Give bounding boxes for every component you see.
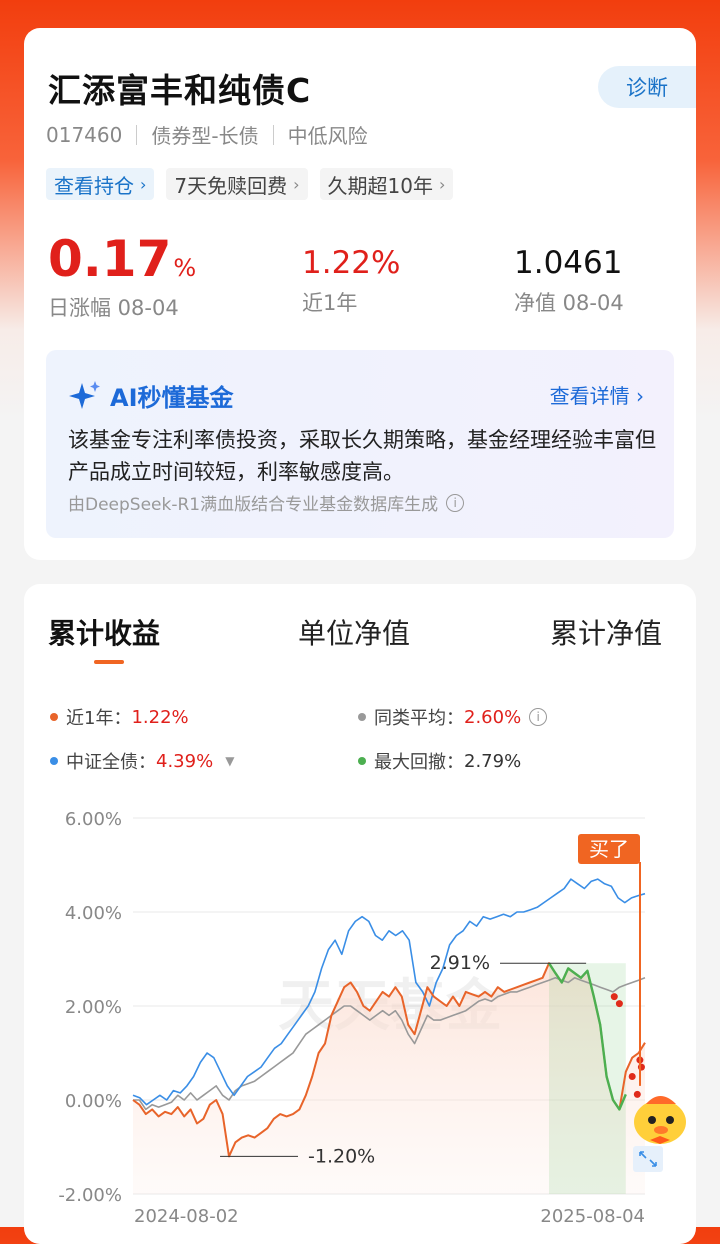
fund-risk: 中低风险 <box>287 124 368 148</box>
daily-change-value: 0.17% <box>48 230 197 288</box>
fund-name: 汇添富丰和纯债C <box>48 71 312 110</box>
y-tick-label: 0.00% <box>65 1091 122 1112</box>
y-tick-label: -2.00% <box>58 1185 122 1206</box>
legend-peer-average: 同类平均： 2.60% i <box>358 704 548 730</box>
bought-flag-label: 买了 <box>589 837 629 861</box>
legend-dot <box>50 757 58 765</box>
nav-label: 净值 08-04 <box>514 291 624 315</box>
nav-value: 1.0461 <box>514 245 623 281</box>
daily-change-stat: 0.17% 日涨幅 08-04 <box>48 234 196 322</box>
buy-point-marker <box>610 993 618 1001</box>
chevron-right-icon: › <box>439 174 446 194</box>
legend-benchmark[interactable]: 中证全债： 4.39% ▼ <box>50 748 234 774</box>
return-chart[interactable]: 6.00% 4.00% 2.00% 0.00% -2.00% 2024-08-02 2025… <box>0 790 720 1227</box>
tag-label: 查看持仓 <box>54 173 134 198</box>
ai-footnote: 由DeepSeek-R1满血版结合专业基金数据库生成 i <box>68 490 465 515</box>
chevron-right-icon: › <box>140 174 147 194</box>
daily-change-label: 日涨幅 08-04 <box>48 296 179 320</box>
divider <box>272 124 274 145</box>
y-tick-label: 6.00% <box>65 809 122 830</box>
legend-one-year: 近1年： 1.22% <box>50 704 189 730</box>
chart-tabs: 累计收益 单位净值 累计净值 <box>24 612 696 662</box>
tag-view-holdings[interactable]: 查看持仓 › <box>46 168 155 200</box>
tab-cumulative-nav[interactable]: 累计净值 <box>550 612 662 652</box>
x-tick-label: 2025-08-04 <box>540 1206 645 1227</box>
annotation-label: 2.91% <box>430 952 490 974</box>
tag-duration[interactable]: 久期超10年 › <box>319 168 454 200</box>
x-tick-label: 2024-08-02 <box>134 1206 239 1227</box>
sparkle-icon <box>69 380 100 409</box>
ai-title: AI秒懂基金 <box>68 378 234 413</box>
annotation-label: -1.20% <box>308 1145 375 1167</box>
tab-unit-nav[interactable]: 单位净值 <box>298 612 410 652</box>
nav-stat: 1.0461 净值 08-04 <box>514 248 624 317</box>
fund-header-card: 汇添富丰和纯债C 诊断 017460 债券型-长债 中低风险 查看持仓 › 7天… <box>24 28 696 560</box>
buy-point-marker <box>628 1073 636 1080</box>
legend-max-drawdown: 最大回撤： 2.79% <box>358 748 521 774</box>
year-return-stat: 1.22% 近1年 <box>302 248 400 317</box>
dropdown-caret-icon[interactable]: ▼ <box>225 754 234 768</box>
legend-dot <box>50 713 58 721</box>
tag-label: 7天免赎回费 <box>174 173 288 198</box>
divider <box>136 124 138 145</box>
y-tick-label: 4.00% <box>65 903 122 924</box>
tab-cumulative-return[interactable]: 累计收益 <box>48 612 160 652</box>
diagnose-button[interactable]: 诊断 <box>598 66 696 108</box>
info-icon[interactable]: i <box>446 493 465 512</box>
buy-point-marker <box>637 1063 645 1071</box>
legend-dot <box>358 757 366 765</box>
tag-redemption-fee[interactable]: 7天免赎回费 › <box>166 168 308 200</box>
mascot-assistant-icon[interactable] <box>626 1082 696 1156</box>
ai-view-details-link[interactable]: 查看详情 › <box>550 380 644 409</box>
tag-label: 久期超10年 <box>327 173 433 198</box>
year-return-value: 1.22% <box>302 245 401 281</box>
fund-type: 债券型-长债 <box>151 124 259 148</box>
info-icon[interactable]: i <box>529 708 548 726</box>
ai-summary-panel: AI秒懂基金 查看详情 › 该基金专注利率债投资，采取长久期策略，基金经理经验丰… <box>46 350 674 538</box>
y-tick-label: 2.00% <box>65 997 122 1018</box>
fund-meta: 017460 债券型-长债 中低风险 <box>46 120 368 149</box>
fund-code: 017460 <box>46 122 123 147</box>
legend-dot <box>358 713 366 721</box>
fund-tags: 查看持仓 › 7天免赎回费 › 久期超10年 › <box>46 168 454 200</box>
year-return-label: 近1年 <box>302 291 358 315</box>
buy-point-marker <box>615 1000 623 1008</box>
active-tab-indicator <box>94 660 124 664</box>
chevron-right-icon: › <box>293 174 300 194</box>
ai-summary-text: 该基金专注利率债投资，采取长久期策略，基金经理经验丰富但产品成立时间较短，利率敏… <box>68 428 656 484</box>
